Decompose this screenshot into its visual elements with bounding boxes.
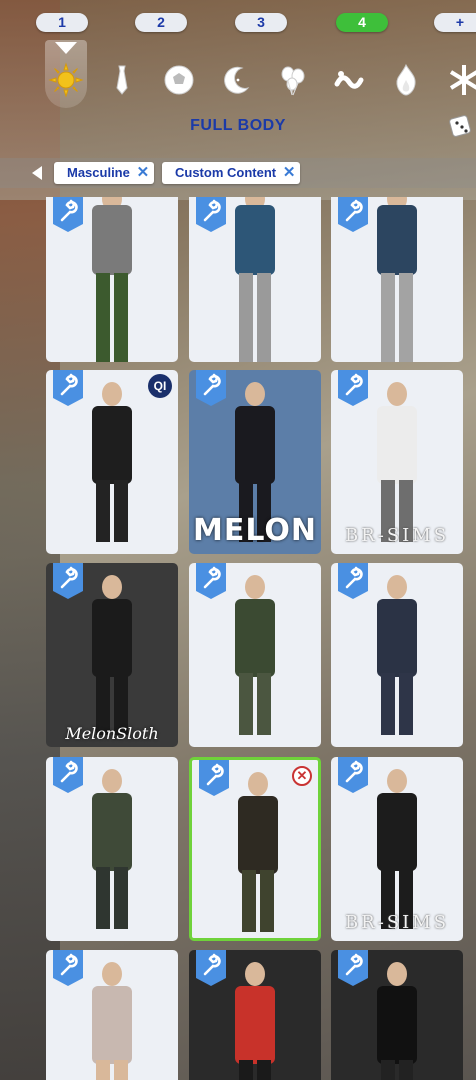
custom-content-wrench-icon [338,757,368,793]
outfit-card[interactable]: BR-SIMS [331,370,463,554]
snowflake-icon[interactable] [446,62,476,98]
custom-content-wrench-icon [338,563,368,599]
custom-content-wrench-icon [338,197,368,232]
outfit-card[interactable] [189,197,321,362]
custom-content-wrench-icon [53,563,83,599]
filter-bar: Masculine ✕ Custom Content ✕ [0,158,476,188]
creator-watermark: BR-SIMS [344,912,450,933]
tie-icon[interactable] [104,62,140,98]
outfit-card[interactable] [46,950,178,1080]
custom-content-wrench-icon [196,370,226,406]
outfit-card[interactable]: QI [46,370,178,554]
remove-filter-icon[interactable]: ✕ [136,162,150,184]
filter-chip-masculine[interactable]: Masculine ✕ [54,162,154,184]
creator-watermark: BR-SIMS [344,525,450,546]
outfit-card[interactable] [46,757,178,941]
custom-content-wrench-icon [196,197,226,232]
remove-filter-icon[interactable]: ✕ [282,162,296,184]
outfit-grid: QI MELON BR-SIMS MelonSloth ✕ BR-SIMS [46,197,466,1080]
outfit-card[interactable]: ✕ [189,757,321,941]
outfit-card[interactable] [331,197,463,362]
caret-down-icon [55,42,77,54]
creator-watermark: MELON [192,513,317,548]
custom-content-wrench-icon [53,197,83,232]
dice-icon[interactable] [448,112,474,138]
creator-badge: QI [148,374,172,398]
outfit-card[interactable] [331,950,463,1080]
outfit-card[interactable] [189,563,321,747]
custom-content-wrench-icon [196,563,226,599]
filter-chip-label: Masculine [67,165,130,180]
custom-content-wrench-icon [53,370,83,406]
soccer-ball-icon[interactable] [161,62,197,98]
sun-icon[interactable] [48,62,84,98]
outfit-card[interactable]: BR-SIMS [331,757,463,941]
outfit-card[interactable] [46,197,178,362]
moon-stars-icon[interactable] [218,62,254,98]
outfit-card[interactable] [189,950,321,1080]
add-outfit-tab[interactable]: + [434,13,476,32]
outfit-card[interactable]: MelonSloth [46,563,178,747]
filter-chip-custom-content[interactable]: Custom Content ✕ [162,162,301,184]
outfit-card[interactable]: MELON [189,370,321,554]
section-title: FULL BODY [190,117,286,134]
creator-watermark: MelonSloth [65,724,159,743]
custom-content-wrench-icon [53,950,83,986]
outfit-tabs: 1 2 3 4 + [0,13,476,33]
outfit-tab-3[interactable]: 3 [235,13,287,32]
custom-content-wrench-icon [199,760,229,796]
custom-content-wrench-icon [338,950,368,986]
outfit-card[interactable] [331,563,463,747]
remove-item-icon[interactable]: ✕ [292,766,312,786]
outfit-tab-1[interactable]: 1 [36,13,88,32]
filter-chip-label: Custom Content [175,165,277,180]
outfit-tab-4[interactable]: 4 [336,13,388,32]
outfit-tab-2[interactable]: 2 [135,13,187,32]
flame-icon[interactable] [388,62,424,98]
custom-content-wrench-icon [338,370,368,406]
custom-content-wrench-icon [196,950,226,986]
swim-icon[interactable] [331,62,367,98]
collapse-filters-arrow-icon[interactable] [32,166,42,180]
custom-content-wrench-icon [53,757,83,793]
balloons-icon[interactable] [275,62,311,98]
